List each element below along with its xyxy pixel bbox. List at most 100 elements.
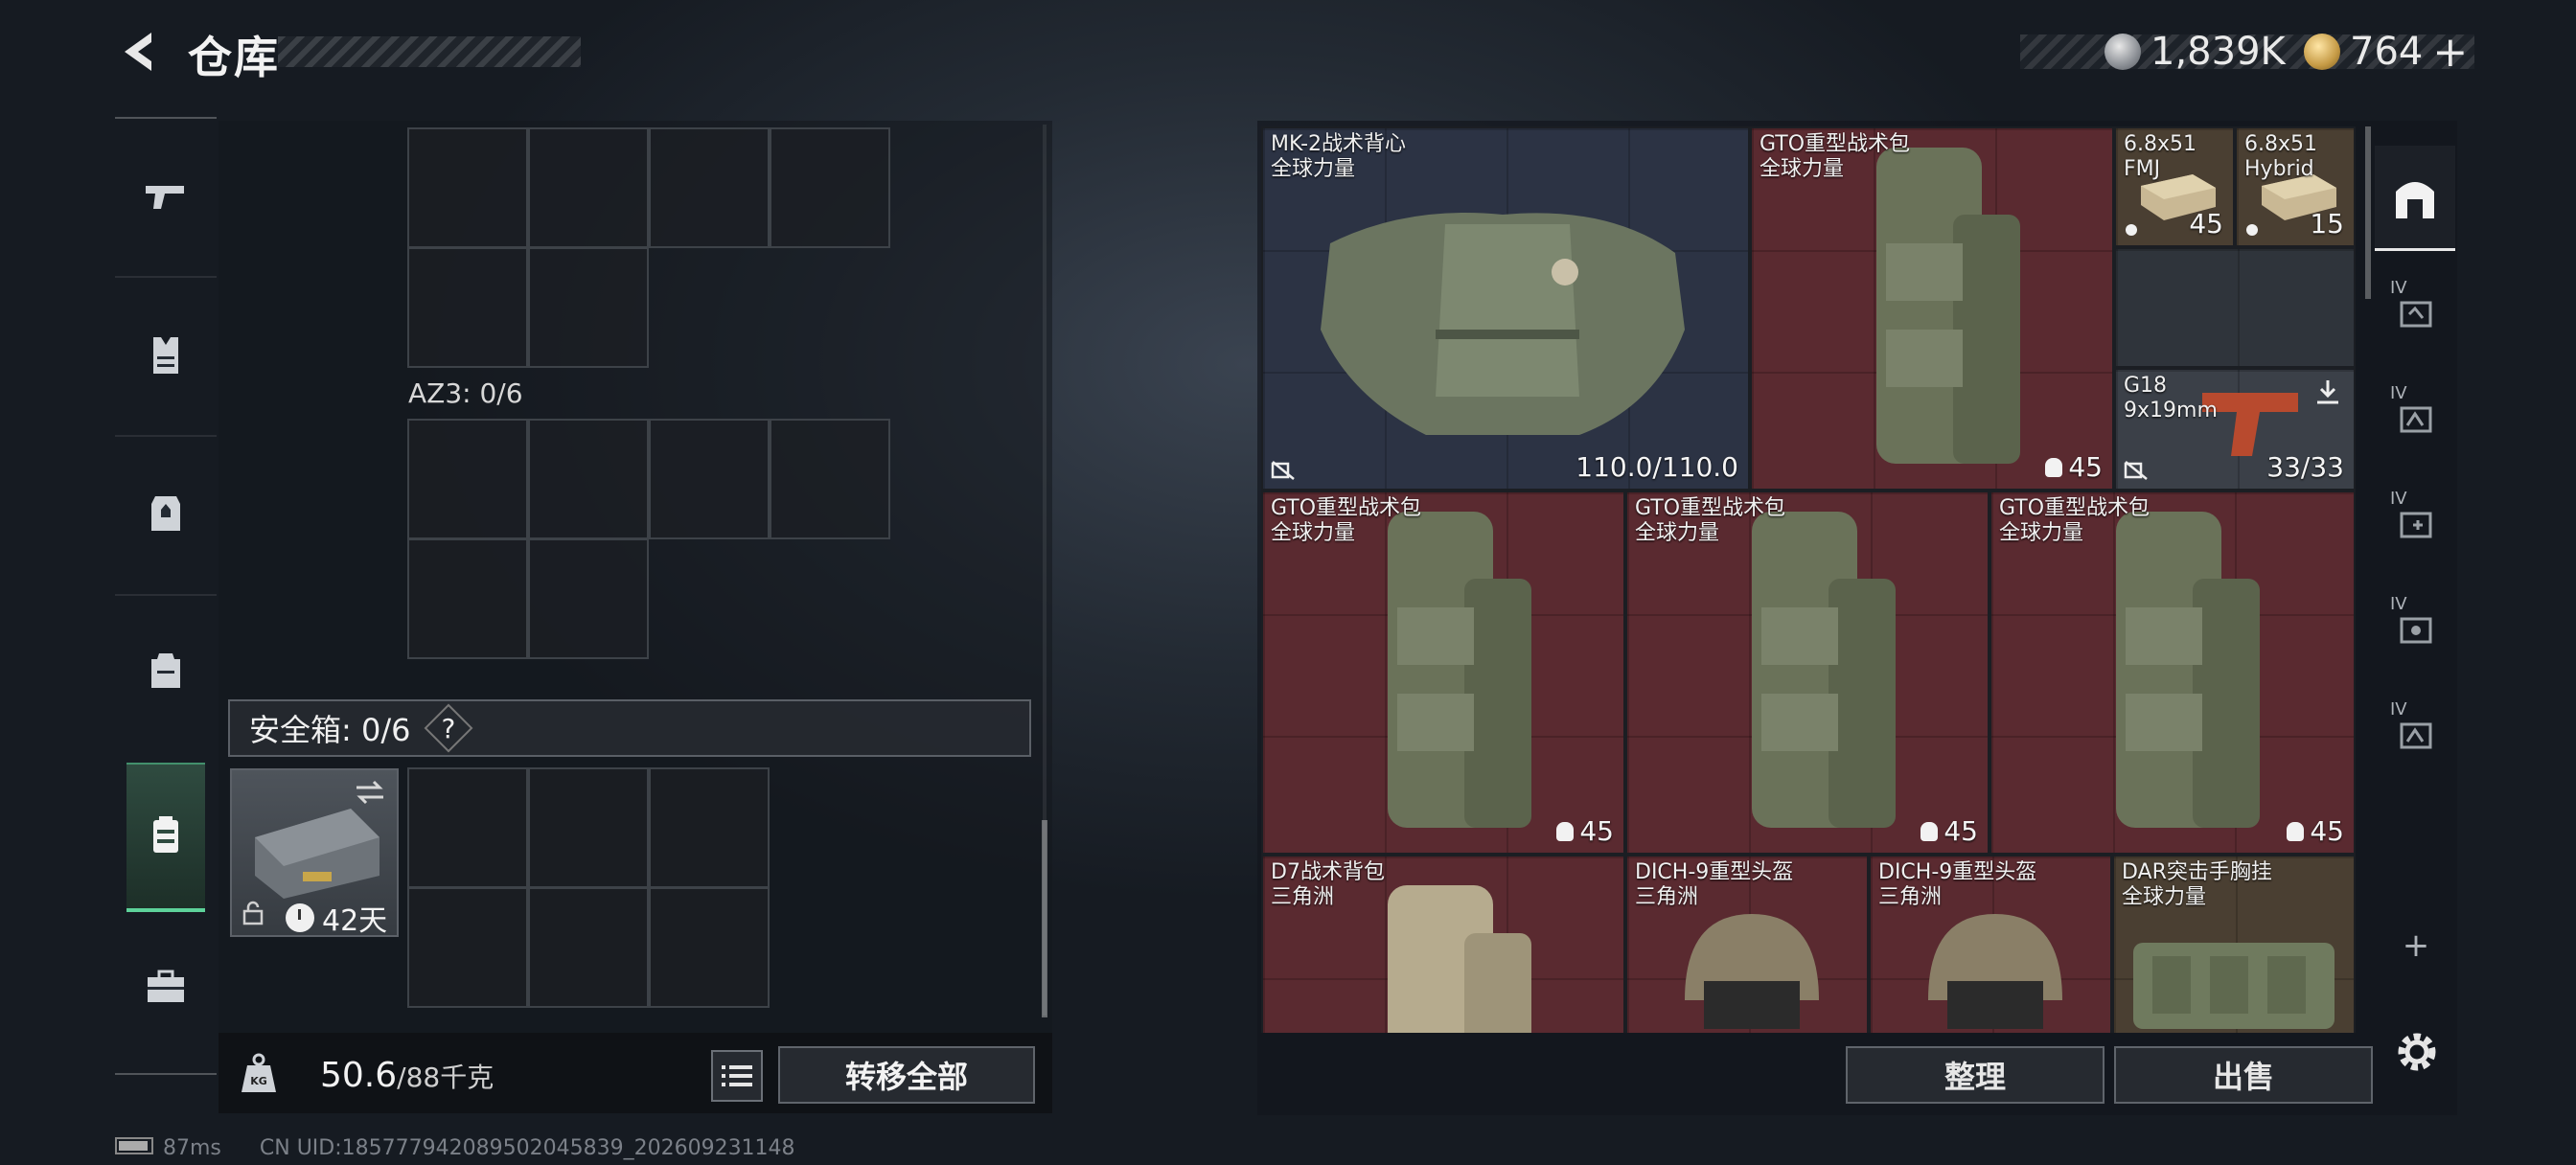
rarity-dot <box>2126 224 2137 236</box>
transfer-all-button[interactable]: 转移全部 <box>778 1046 1035 1104</box>
container-label: AZ3: 0/6 <box>408 377 523 409</box>
vest-icon <box>153 337 178 374</box>
storage-page-icon <box>2400 406 2432 433</box>
svg-text:KG: KG <box>250 1075 267 1087</box>
toolbox-icon <box>148 970 184 1002</box>
swap-icon[interactable] <box>353 778 387 807</box>
item-gto-backpack[interactable]: GTO重型战术包 全球力量 45 <box>1625 491 1990 855</box>
slot[interactable] <box>649 887 770 1008</box>
owner-icon <box>1556 821 1575 841</box>
currency-silver: 1,839K <box>2104 23 2286 80</box>
item-ammo-fmj[interactable]: 6.8x51 FMJ 45 <box>2114 126 2235 247</box>
backpack-icon <box>151 653 180 688</box>
no-trade-icon <box>1271 461 1295 480</box>
help-icon[interactable]: ? <box>425 703 473 753</box>
slot[interactable] <box>528 419 649 539</box>
item-count: 45 <box>2045 451 2103 483</box>
slot[interactable] <box>528 538 649 659</box>
backpack-art <box>1388 885 1531 1033</box>
list-view-button[interactable] <box>711 1050 763 1102</box>
nav-weapons[interactable] <box>128 159 203 234</box>
rarity-dot <box>2246 224 2258 236</box>
slot[interactable] <box>528 887 649 1008</box>
safe-case-duration: 42天 <box>286 897 387 939</box>
item-name: G18 9x19mm <box>2124 374 2218 423</box>
slot[interactable] <box>407 767 528 888</box>
clock-icon <box>286 903 314 932</box>
left-nav <box>115 117 217 1085</box>
slot[interactable] <box>528 767 649 888</box>
item-ammo: 33/33 <box>2266 451 2344 483</box>
nav-chest-rig[interactable] <box>128 475 203 550</box>
container-grid-top <box>407 127 891 368</box>
plus-icon: + <box>2402 926 2430 965</box>
item-d7-backpack[interactable]: D7战术背包 三角洲 <box>1261 855 1625 1033</box>
item-dich9-helmet[interactable]: DICH-9重型头盔 三角洲 <box>1625 855 1869 1033</box>
slot[interactable] <box>407 419 528 539</box>
empty-slot[interactable] <box>2114 247 2356 368</box>
owner-icon <box>2045 457 2063 477</box>
download-icon[interactable] <box>2313 377 2342 406</box>
backpack-art <box>1876 148 2020 464</box>
chest-rig-art <box>2133 943 2334 1029</box>
currency-gold[interactable]: 764 + <box>2304 23 2468 80</box>
nav-backpack[interactable] <box>128 632 203 707</box>
warehouse-tab-4[interactable]: IV <box>2382 586 2450 673</box>
page-title: 仓库 <box>188 32 280 83</box>
nav-toolbox[interactable] <box>128 948 203 1023</box>
safe-case-art <box>255 809 380 899</box>
gear-icon[interactable] <box>2390 1025 2444 1079</box>
item-gto-backpack[interactable]: GTO重型战术包 全球力量 45 <box>1750 126 2114 491</box>
slot[interactable] <box>407 887 528 1008</box>
storage-scrollbar-thumb[interactable] <box>1042 820 1047 1017</box>
item-mk2-vest[interactable]: MK-2战术背心 全球力量 110.0/110.0 <box>1261 126 1750 491</box>
item-name: MK-2战术背心 全球力量 <box>1271 132 1407 181</box>
list-icon <box>722 1065 752 1086</box>
item-name: GTO重型战术包 全球力量 <box>1760 132 1911 181</box>
item-gto-backpack[interactable]: GTO重型战术包 全球力量 45 <box>1261 491 1625 855</box>
warehouse-tab-3[interactable]: IV <box>2382 481 2450 567</box>
item-name: 6.8x51 Hybrid <box>2244 132 2318 181</box>
slot[interactable] <box>649 767 770 888</box>
item-gto-backpack[interactable]: GTO重型战术包 全球力量 45 <box>1990 491 2356 855</box>
slot[interactable] <box>407 538 528 659</box>
nav-armor[interactable] <box>128 318 203 393</box>
warehouse-tab-2[interactable]: IV <box>2382 376 2450 462</box>
warehouse-tab-1[interactable]: IV <box>2382 270 2450 356</box>
slot[interactable] <box>528 247 649 368</box>
warehouse-scrollbar[interactable] <box>2365 126 2371 299</box>
slot[interactable] <box>649 419 770 539</box>
back-arrow-icon[interactable] <box>113 27 163 77</box>
storage-page-icon <box>2400 617 2432 644</box>
slot[interactable] <box>649 127 770 248</box>
item-dar-chest-rig[interactable]: DAR突击手胸挂 全球力量 <box>2112 855 2356 1033</box>
item-g18[interactable]: G18 9x19mm 33/33 <box>2114 368 2356 491</box>
safe-case-icon <box>153 816 178 853</box>
warehouse-tab-5[interactable]: IV <box>2382 692 2450 778</box>
item-count: 15 <box>2310 208 2344 240</box>
item-name: DAR突击手胸挂 全球力量 <box>2122 860 2272 909</box>
status-footer: 87ms CN UID:18577794208950204583​9_20260… <box>115 1136 795 1160</box>
owner-icon <box>2287 821 2305 841</box>
warehouse-tabs: IV IV IV IV IV + <box>2377 126 2453 1008</box>
backpack-art <box>2116 512 2260 828</box>
nav-safe-case[interactable] <box>128 797 203 872</box>
container-grid-az3 <box>407 419 891 659</box>
item-dich9-helmet[interactable]: DICH-9重型头盔 三角洲 <box>1869 855 2112 1033</box>
item-name: 6.8x51 FMJ <box>2124 132 2197 181</box>
add-warehouse-tab-button[interactable]: + <box>2382 922 2450 970</box>
item-ammo-hybrid[interactable]: 6.8x51 Hybrid 15 <box>2235 126 2356 247</box>
slot[interactable] <box>770 419 890 539</box>
battery-icon <box>115 1137 153 1154</box>
sell-button[interactable]: 出售 <box>2114 1046 2373 1104</box>
slot[interactable] <box>407 247 528 368</box>
slot[interactable] <box>770 127 890 248</box>
slot[interactable] <box>528 127 649 248</box>
item-name: GTO重型战术包 全球力量 <box>1999 496 2150 545</box>
sort-button[interactable]: 整理 <box>1846 1046 2104 1104</box>
safe-box-label: 安全箱: 0/6 <box>249 712 411 748</box>
backpack-art <box>1388 512 1531 828</box>
slot[interactable] <box>407 127 528 248</box>
item-name: GTO重型战术包 全球力量 <box>1635 496 1786 545</box>
add-currency-button[interactable]: + <box>2432 28 2468 77</box>
